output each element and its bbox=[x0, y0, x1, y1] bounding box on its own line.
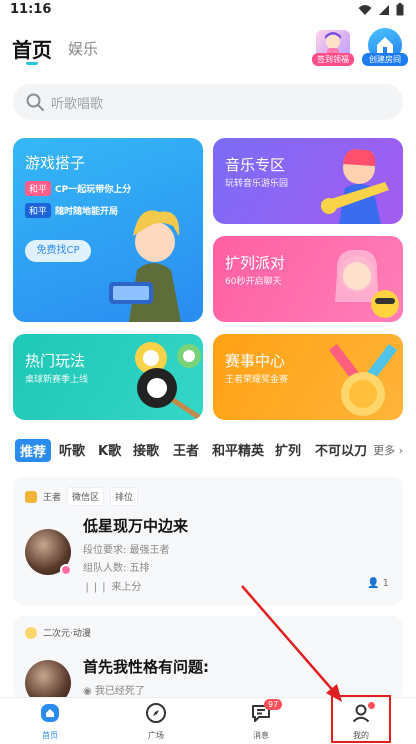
category-tabs: 推荐 听歌 K歌 接歌 王者 和平精英 扩列 不可以刀 更多 › bbox=[13, 439, 403, 462]
search-input[interactable]: 听歌唱歌 bbox=[13, 84, 403, 120]
room-now-playing: ◉ 我已经死了 bbox=[83, 682, 145, 697]
room-user-count-value: 1 bbox=[382, 578, 389, 589]
anime-icon bbox=[25, 626, 37, 639]
signal-icon bbox=[379, 4, 389, 15]
compass-icon bbox=[146, 703, 166, 723]
music-zone-title: 音乐专区 bbox=[225, 156, 286, 174]
room-tag: 二次元·动漫 bbox=[43, 629, 91, 639]
category-tab-recommend[interactable]: 推荐 bbox=[15, 439, 52, 462]
create-room-label[interactable]: 创建房间 bbox=[362, 53, 408, 66]
tab-home[interactable]: 首页 bbox=[12, 34, 52, 63]
room-tags: 王者 微信区 排位 bbox=[25, 487, 139, 506]
user-icon: 👤 bbox=[366, 578, 380, 589]
category-tab-song-relay[interactable]: 接歌 bbox=[133, 440, 159, 459]
tab-home-indicator bbox=[26, 62, 38, 65]
battery-icon bbox=[396, 3, 404, 16]
search-icon bbox=[26, 93, 44, 111]
sign-in-label[interactable]: 签到领福 bbox=[312, 53, 354, 66]
game-row-2-tag: 和平 bbox=[25, 202, 52, 218]
room-rank-requirement: 段位要求: 最强王者 bbox=[83, 545, 170, 556]
category-tab-peace-elite[interactable]: 和平精英 bbox=[212, 440, 264, 459]
room-tags: 二次元·动漫 bbox=[25, 626, 91, 639]
status-time: 11:16 bbox=[10, 2, 52, 17]
room-title: 首先我性格有问题: bbox=[83, 658, 209, 676]
free-cp-button[interactable]: 免费找CP bbox=[25, 240, 91, 262]
hot-games-card[interactable]: 热门玩法 桌球新赛季上线 bbox=[13, 334, 203, 420]
music-zone-subtitle: 玩转音乐游乐园 bbox=[225, 179, 289, 189]
room-tag: 王者 bbox=[43, 493, 62, 503]
tutorial-highlight-box bbox=[331, 695, 391, 743]
honor-of-kings-icon bbox=[25, 490, 37, 503]
search-placeholder: 听歌唱歌 bbox=[51, 97, 104, 112]
status-icons bbox=[358, 3, 404, 16]
category-tab-karaoke[interactable]: K歌 bbox=[98, 440, 121, 459]
room-user-count: 👤 1 bbox=[367, 578, 389, 589]
mic-badge-icon bbox=[60, 564, 72, 576]
match-center-title: 赛事中心 bbox=[225, 352, 286, 370]
party-girl-illustration bbox=[335, 249, 399, 318]
category-more-label: 更多 bbox=[373, 444, 396, 457]
hot-games-subtitle: 桌球新赛季上线 bbox=[25, 375, 89, 385]
hot-games-title: 热门玩法 bbox=[25, 352, 86, 370]
nav-plaza-label: 广场 bbox=[148, 731, 164, 740]
nav-messages-label: 消息 bbox=[253, 731, 269, 740]
category-tab-listen[interactable]: 听歌 bbox=[59, 440, 85, 459]
room-now-playing: ❘❘❘ 来上分 bbox=[83, 578, 141, 593]
chevron-right-icon: › bbox=[398, 444, 403, 457]
nav-plaza[interactable]: 广场 bbox=[126, 702, 186, 741]
category-tab-honor-of-kings[interactable]: 王者 bbox=[173, 440, 199, 459]
match-center-subtitle: 王者荣耀奖金赛 bbox=[225, 375, 289, 385]
room-now-playing-text: 来上分 bbox=[111, 582, 142, 593]
category-tab-make-friends[interactable]: 扩列 bbox=[275, 440, 301, 459]
equalizer-icon: ❘❘❘ bbox=[83, 582, 109, 593]
home-nav-icon bbox=[41, 704, 59, 722]
room-tag: 微信区 bbox=[67, 487, 105, 506]
category-more-button[interactable]: 更多 › bbox=[373, 442, 403, 458]
party-card[interactable]: 扩列派对 60秒开启聊天 bbox=[213, 236, 403, 322]
room-title: 低星现万中边来 bbox=[83, 517, 189, 535]
room-now-playing-text: 我已经死了 bbox=[94, 686, 145, 697]
trophy-medal-illustration bbox=[329, 344, 397, 416]
party-title: 扩列派对 bbox=[225, 254, 286, 272]
tab-entertainment[interactable]: 娱乐 bbox=[68, 38, 98, 59]
room-tag: 排位 bbox=[110, 487, 139, 506]
wifi-icon bbox=[358, 4, 372, 15]
nav-home-label: 首页 bbox=[42, 731, 58, 740]
nav-home[interactable]: 首页 bbox=[20, 702, 80, 741]
room-card[interactable]: 王者 微信区 排位 低星现万中边来 段位要求: 最强王者 组队人数: 五排 ❘❘… bbox=[13, 477, 403, 605]
record-icon: ◉ bbox=[83, 686, 92, 697]
game-partner-card[interactable]: 游戏搭子 和平 CP一起玩带你上分 和平 随时随地能开局 免费找CP bbox=[13, 138, 203, 322]
match-center-card[interactable]: 赛事中心 王者荣耀奖金赛 bbox=[213, 334, 403, 420]
nav-messages[interactable]: 97 消息 bbox=[231, 699, 291, 741]
billiard-balls-illustration bbox=[135, 342, 203, 420]
gamer-character-illustration bbox=[109, 210, 181, 322]
room-card[interactable]: 二次元·动漫 首先我性格有问题: ◉ 我已经死了 bbox=[13, 616, 403, 700]
messages-badge: 97 bbox=[264, 699, 283, 710]
guitarist-illustration bbox=[321, 149, 389, 224]
party-subtitle: 60秒开启聊天 bbox=[225, 277, 282, 287]
status-bar: 11:16 bbox=[0, 0, 416, 22]
avatar[interactable] bbox=[25, 660, 71, 700]
game-row-1-tag: 和平 bbox=[25, 180, 52, 196]
room-team-size: 组队人数: 五排 bbox=[83, 563, 150, 574]
game-partner-title: 游戏搭子 bbox=[25, 154, 86, 172]
category-tab-no-knife[interactable]: 不可以刀 bbox=[315, 440, 367, 459]
music-zone-card[interactable]: 音乐专区 玩转音乐游乐园 bbox=[213, 138, 403, 224]
